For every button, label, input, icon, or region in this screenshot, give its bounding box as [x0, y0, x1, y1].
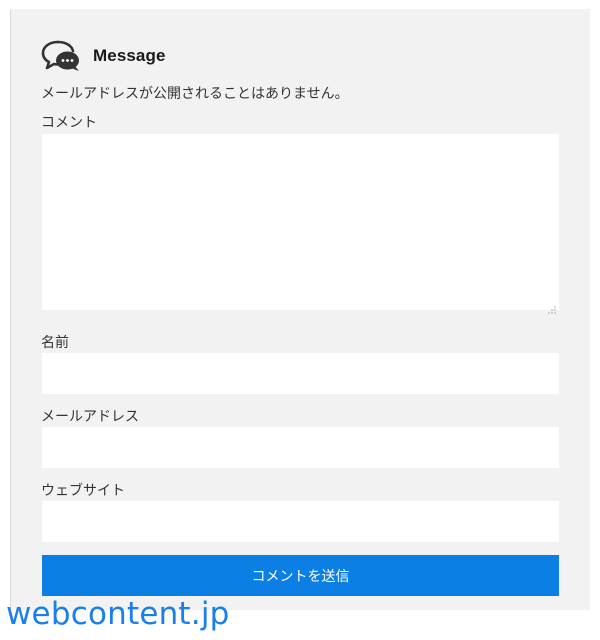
comment-form: Message メールアドレスが公開されることはありません。 コメント 名前 メ…: [11, 9, 590, 610]
website-label: ウェブサイト: [41, 483, 125, 499]
comment-textarea[interactable]: [42, 134, 559, 310]
chat-bubbles-icon: [41, 39, 81, 73]
name-label: 名前: [41, 335, 69, 351]
resize-grip-icon[interactable]: [548, 299, 556, 314]
comment-textarea-wrapper: [42, 134, 559, 314]
submit-comment-button[interactable]: コメントを送信: [42, 555, 559, 596]
form-header: Message: [41, 39, 166, 73]
comment-label: コメント: [41, 115, 97, 131]
privacy-notice: メールアドレスが公開されることはありません。: [41, 86, 349, 102]
name-input[interactable]: [42, 353, 559, 394]
watermark: webcontent.jp: [6, 596, 230, 632]
email-input[interactable]: [42, 427, 559, 468]
email-label: メールアドレス: [41, 409, 139, 425]
form-title: Message: [93, 46, 166, 65]
website-input[interactable]: [42, 501, 559, 542]
page: Message メールアドレスが公開されることはありません。 コメント 名前 メ…: [0, 0, 600, 640]
